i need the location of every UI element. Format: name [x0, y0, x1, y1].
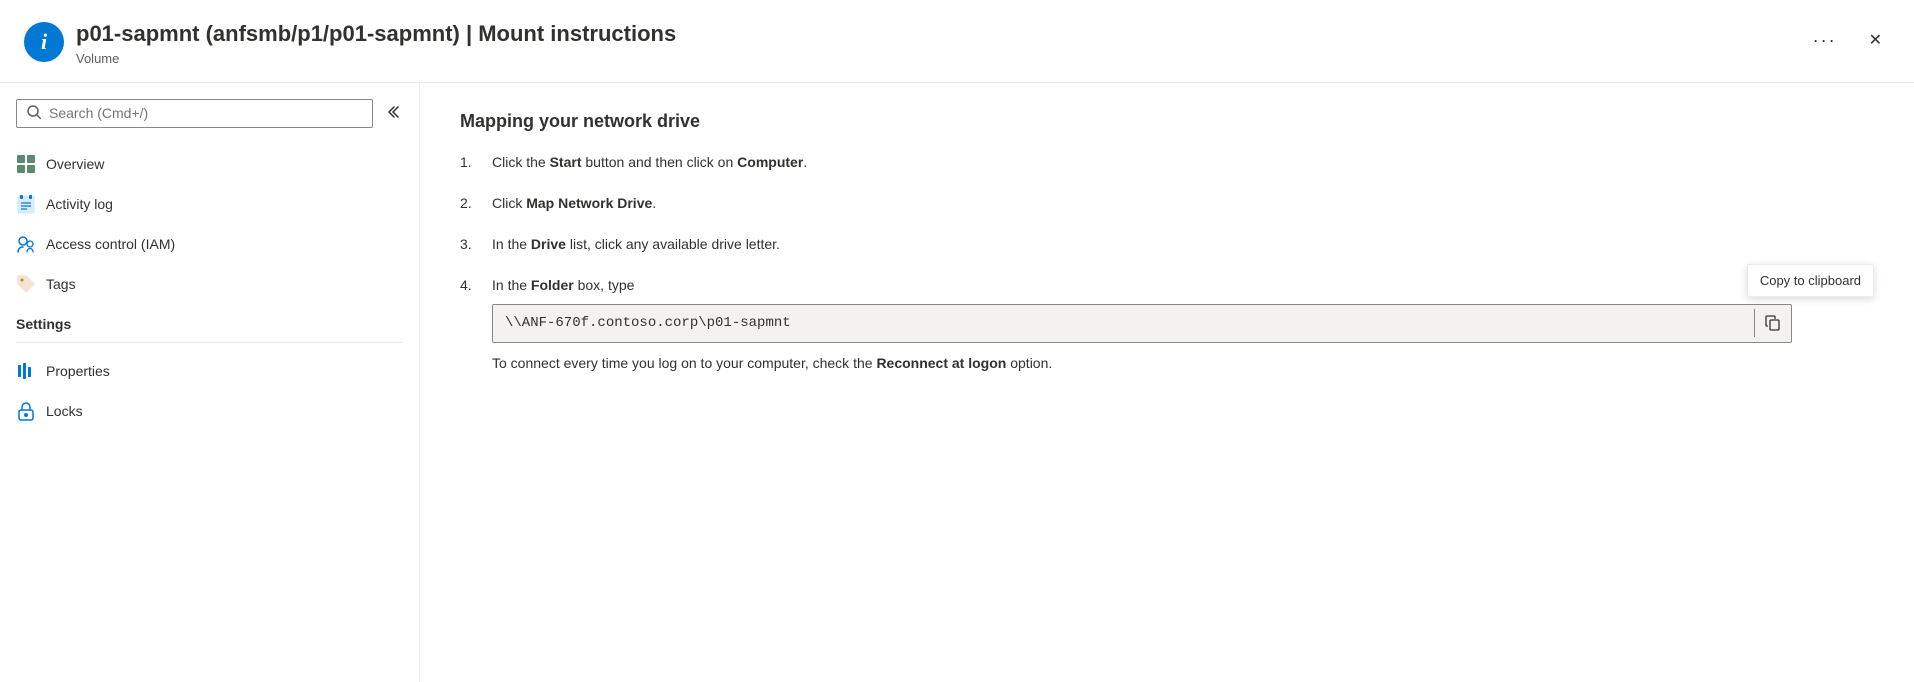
header-text-block: p01-sapmnt (anfsmb/p1/p01-sapmnt) | Moun…	[76, 20, 1789, 66]
content-area: Mapping your network drive 1. Click the …	[420, 83, 1914, 682]
close-button[interactable]: ✕	[1861, 29, 1890, 53]
step-4: 4. In the Folder box, type Copy to clipb…	[460, 275, 1874, 374]
sidebar-item-properties[interactable]: Properties	[0, 351, 419, 391]
search-input[interactable]	[49, 105, 362, 121]
step-2-content: Click Map Network Drive.	[492, 193, 1874, 214]
step-1-content: Click the Start button and then click on…	[492, 152, 1874, 173]
info-circle-icon: i	[24, 22, 64, 62]
page-title: p01-sapmnt (anfsmb/p1/p01-sapmnt) | Moun…	[76, 20, 1789, 49]
step-3-number: 3.	[460, 234, 480, 255]
step-2: 2. Click Map Network Drive.	[460, 193, 1874, 214]
content-title: Mapping your network drive	[460, 111, 1874, 132]
folder-value: \\ANF-670f.contoso.corp\p01-sapmnt	[493, 305, 1754, 342]
step-4-number: 4.	[460, 275, 480, 296]
sidebar-item-properties-label: Properties	[46, 363, 110, 379]
sidebar-item-access-control[interactable]: Access control (IAM)	[0, 224, 419, 264]
search-icon	[27, 105, 41, 122]
more-options-button[interactable]: ···	[1805, 26, 1845, 55]
step-1-number: 1.	[460, 152, 480, 173]
search-container	[0, 99, 419, 144]
step-4-content: In the Folder box, type Copy to clipboar…	[492, 275, 1874, 374]
copy-tooltip: Copy to clipboard	[1747, 264, 1874, 298]
folder-input-row: \\ANF-670f.contoso.corp\p01-sapmnt	[492, 304, 1792, 343]
properties-icon	[16, 361, 36, 381]
sidebar-item-overview[interactable]: Overview	[0, 144, 419, 184]
sidebar-item-activity-log-label: Activity log	[46, 196, 113, 212]
access-control-icon	[16, 234, 36, 254]
page-header: i p01-sapmnt (anfsmb/p1/p01-sapmnt) | Mo…	[0, 0, 1914, 83]
step-1: 1. Click the Start button and then click…	[460, 152, 1874, 173]
search-box[interactable]	[16, 99, 373, 128]
sidebar-item-overview-label: Overview	[46, 156, 104, 172]
page-subtitle: Volume	[76, 51, 1789, 66]
sidebar-item-tags[interactable]: Tags	[0, 264, 419, 304]
header-actions: ··· ✕	[1805, 26, 1890, 55]
sidebar: Overview Activity log	[0, 83, 420, 682]
sidebar-item-tags-label: Tags	[46, 276, 76, 292]
sidebar-item-activity-log[interactable]: Activity log	[0, 184, 419, 224]
settings-section-header: Settings	[0, 304, 419, 338]
sidebar-item-locks-label: Locks	[46, 403, 83, 419]
locks-icon	[16, 401, 36, 421]
copy-icon	[1765, 315, 1781, 331]
folder-input-container: Copy to clipboard \\ANF-670f.contoso.cor…	[492, 304, 1874, 343]
activity-log-icon	[16, 194, 36, 214]
tags-icon	[16, 274, 36, 294]
settings-divider	[16, 342, 403, 343]
main-layout: Overview Activity log	[0, 83, 1914, 682]
reconnect-text: To connect every time you log on to your…	[492, 353, 1874, 374]
resource-icon: i	[24, 22, 64, 62]
instructions-list: 1. Click the Start button and then click…	[460, 152, 1874, 374]
step-2-number: 2.	[460, 193, 480, 214]
step-3-content: In the Drive list, click any available d…	[492, 234, 1874, 255]
step-3: 3. In the Drive list, click any availabl…	[460, 234, 1874, 255]
copy-to-clipboard-button[interactable]	[1754, 309, 1791, 337]
collapse-sidebar-button[interactable]	[381, 101, 403, 126]
overview-icon	[16, 154, 36, 174]
sidebar-item-locks[interactable]: Locks	[0, 391, 419, 431]
sidebar-item-access-control-label: Access control (IAM)	[46, 236, 175, 252]
